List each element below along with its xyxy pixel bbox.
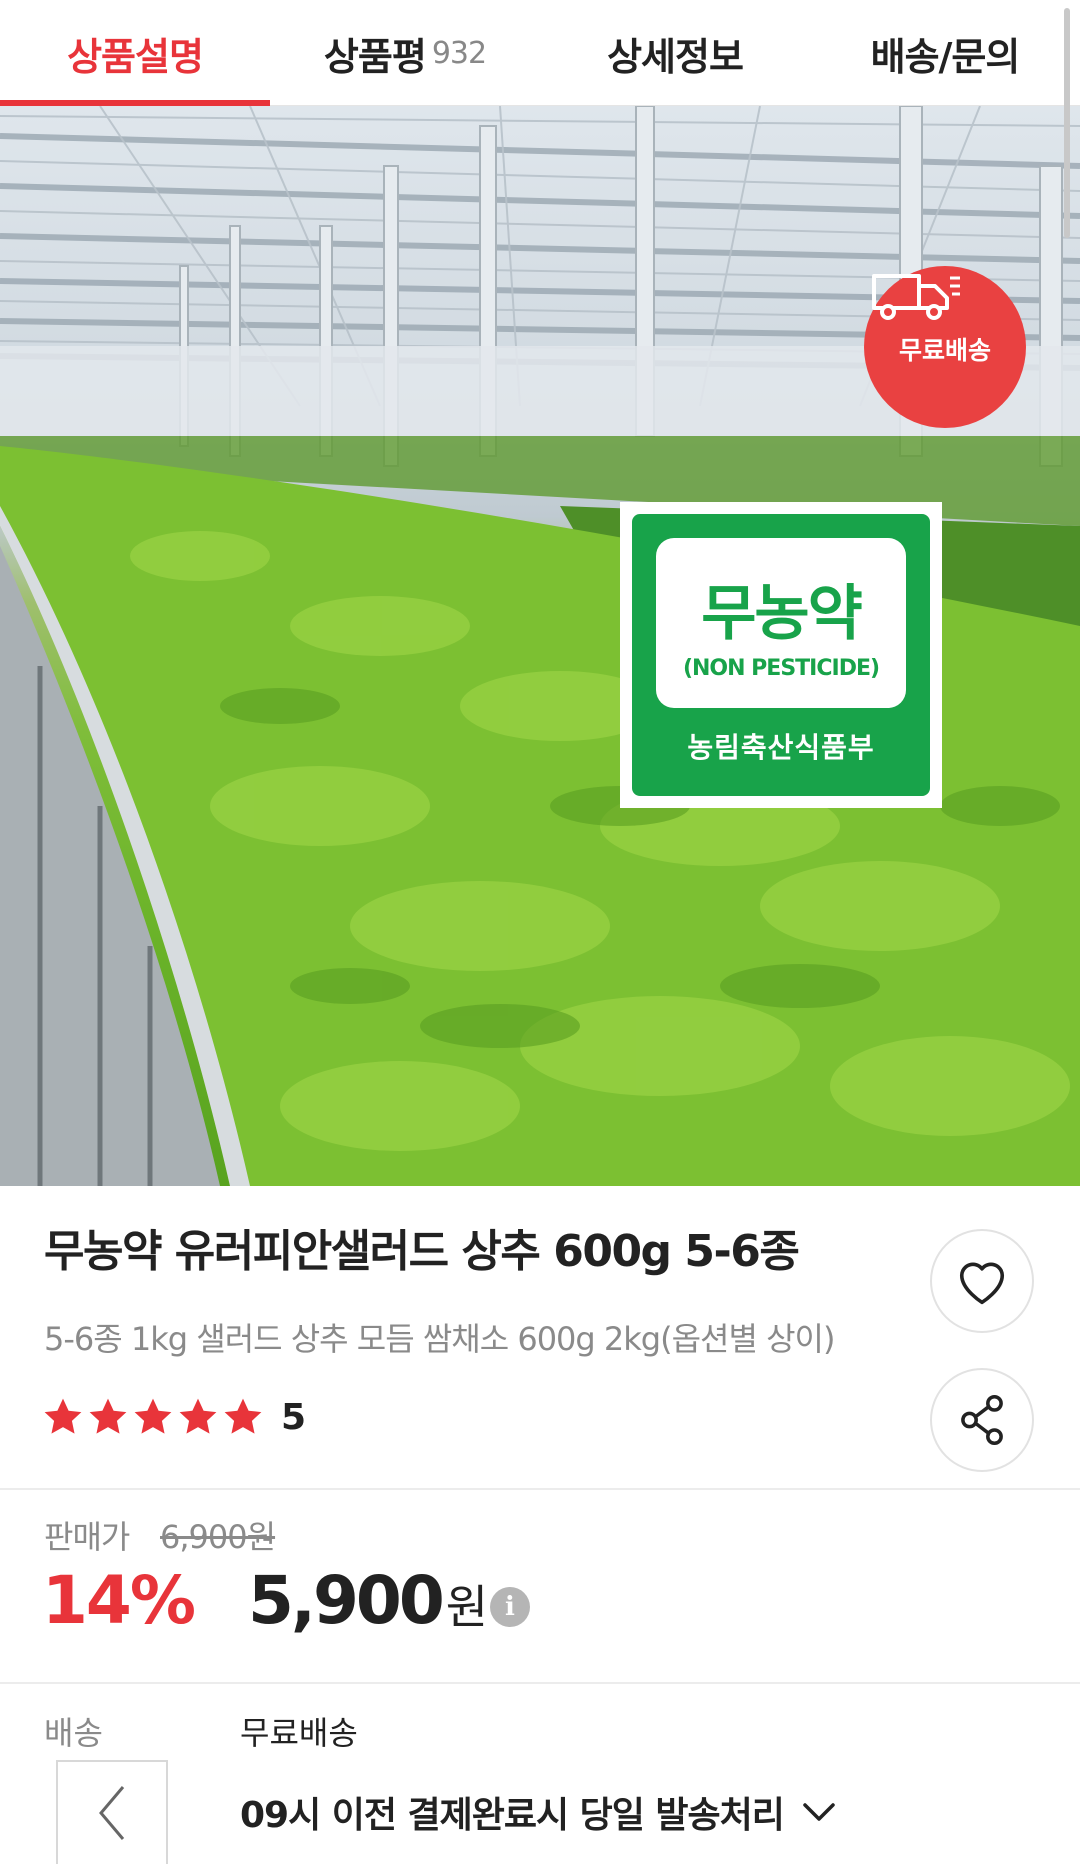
tab-reviews[interactable]: 상품평 932 — [270, 0, 540, 106]
rating-value: 5 — [281, 1396, 307, 1438]
section-divider — [0, 1682, 1080, 1684]
star-icon — [44, 1398, 82, 1434]
sale-price-value: 5,900 — [248, 1562, 445, 1639]
shipping-value: 무료배송 — [240, 1714, 358, 1752]
star-icon — [179, 1398, 217, 1434]
chevron-down-icon — [803, 1803, 835, 1821]
discount-rate: 14% — [42, 1562, 196, 1639]
free-shipping-badge-label: 무료배송 — [898, 336, 991, 365]
back-button[interactable] — [56, 1760, 168, 1864]
sale-price-unit: 원 — [445, 1580, 489, 1634]
shipping-label: 배송 — [44, 1714, 103, 1752]
cert-title: 무농약 — [701, 579, 863, 649]
wishlist-button[interactable] — [930, 1229, 1034, 1333]
share-button[interactable] — [930, 1368, 1034, 1472]
tab-label: 상품평 — [323, 34, 427, 79]
tab-label: 배송/문의 — [870, 34, 1021, 79]
star-icon — [89, 1398, 127, 1434]
tab-shipping-inquiry[interactable]: 배송/문의 — [810, 0, 1080, 106]
shipping-note: 09시 이전 결제완료시 당일 발송처리 — [240, 1795, 785, 1836]
rating-stars[interactable]: 5 — [42, 1396, 306, 1438]
price-label: 판매가 — [44, 1518, 130, 1556]
tab-details[interactable]: 상세정보 — [540, 0, 810, 106]
free-shipping-badge: 무료배송 — [864, 266, 1026, 428]
tab-label: 상품설명 — [67, 34, 204, 79]
product-detail-page: 상품설명 상품평 932 상세정보 배송/문의 무료배송 무농약 (NON PE… — [0, 0, 1080, 1864]
product-subtitle: 5-6종 1kg 샐러드 상추 모듬 쌈채소 600g 2kg(옵션별 상이) — [44, 1320, 835, 1358]
star-icon — [224, 1398, 262, 1434]
non-pesticide-certification-mark: 무농약 (NON PESTICIDE) 농림축산식품부 — [620, 502, 942, 808]
section-divider — [0, 1488, 1080, 1490]
product-title: 무농약 유러피안샐러드 상추 600g 5-6종 — [44, 1226, 800, 1277]
cert-subtitle: (NON PESTICIDE) — [682, 656, 880, 681]
tab-product-description[interactable]: 상품설명 — [0, 0, 270, 107]
heart-icon — [959, 1262, 1005, 1305]
chevron-left-icon — [99, 1786, 125, 1840]
share-icon — [961, 1394, 1003, 1446]
info-icon[interactable]: i — [490, 1587, 530, 1627]
star-icon — [134, 1398, 172, 1434]
shipping-note-dropdown[interactable]: 09시 이전 결제완료시 당일 발송처리 — [240, 1786, 836, 1838]
product-tab-bar: 상품설명 상품평 932 상세정보 배송/문의 — [0, 0, 1080, 107]
sale-price: 5,900 원 — [248, 1562, 488, 1639]
scrollbar[interactable] — [1064, 8, 1070, 238]
original-price: 6,900원 — [160, 1518, 276, 1556]
truck-icon — [872, 274, 960, 320]
tab-label: 상세정보 — [607, 34, 744, 79]
product-image-carousel[interactable]: 무료배송 무농약 (NON PESTICIDE) 농림축산식품부 — [0, 106, 1080, 1186]
cert-issuer: 농림축산식품부 — [687, 731, 875, 764]
review-count: 932 — [431, 35, 487, 71]
